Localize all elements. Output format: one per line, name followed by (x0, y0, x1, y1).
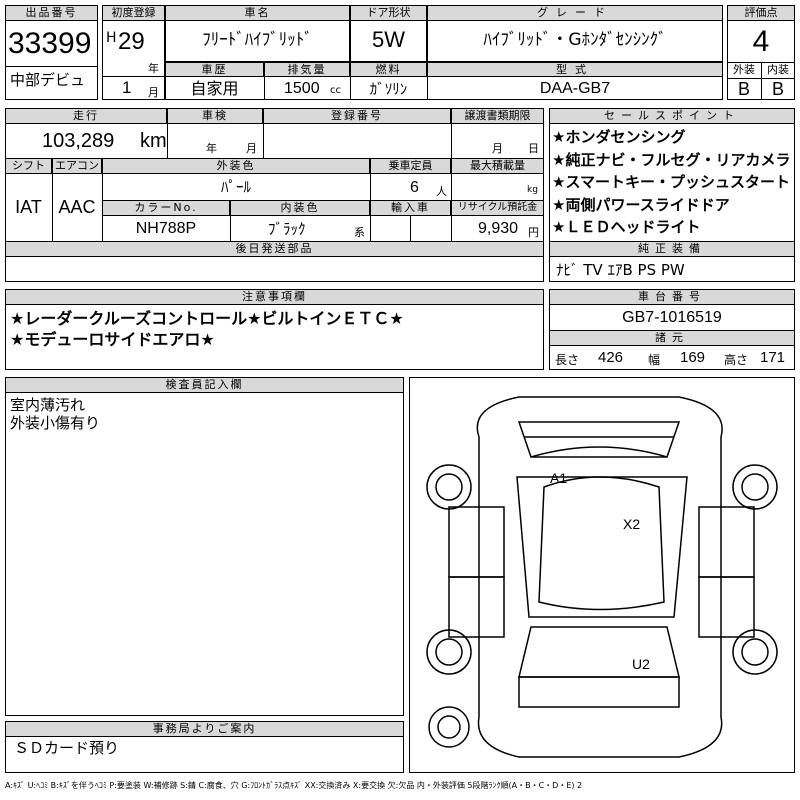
later-parts-label: 後日発送部品 (5, 241, 544, 257)
sales-point-item: ★両側パワースライドドア (552, 195, 730, 214)
registration-month: 1 (122, 78, 132, 97)
recycle-label: リサイクル預託金 (451, 200, 544, 216)
registration-month-unit: 月 (148, 86, 159, 99)
inspector-line-2: 外装小傷有り (10, 414, 101, 432)
car-diagram (426, 396, 778, 758)
door-value: 5W (372, 27, 405, 52)
model-label: 型式 (427, 62, 723, 77)
interior-score-label: 内装 (767, 63, 789, 76)
inspection-label: 車検 (167, 108, 263, 124)
sales-point-item: ★ホンダセンシング (552, 128, 686, 146)
notes-line-1: ★レーダークルーズコントロール★ビルトインＥＴＣ★ (10, 309, 404, 328)
capacity-value: 6 (410, 179, 419, 196)
office-label: 事務局よりご案内 (5, 721, 404, 737)
grade-label: グレード (427, 5, 723, 21)
shift-label: シフト (5, 158, 52, 174)
grade-value: ﾊｲﾌﾞﾘｯﾄﾞ・Gﾎﾝﾀﾞｾﾝｼﾝｸﾞ (483, 30, 667, 50)
interior-color-suffix: 系 (354, 226, 365, 239)
recycle-value: 9,930 (478, 220, 519, 237)
sales-point-item: ★スマートキー・プッシュスタート (552, 173, 790, 191)
model-value: DAA-GB7 (539, 80, 611, 97)
displacement-value: 1500 (284, 80, 320, 97)
width-label: 幅 (648, 353, 661, 367)
color-no-label: カラーNo. (102, 200, 230, 216)
recycle-unit: 円 (528, 226, 539, 239)
chassis-label: 車台番号 (549, 289, 795, 305)
inspection-month-unit: 月 (246, 142, 257, 155)
mileage-value: 103,289 (42, 130, 115, 152)
max-load-label: 最大積載量 (451, 158, 544, 174)
damage-mark-a1: A1 (550, 470, 568, 486)
capacity-label: 乗車定員 (370, 158, 451, 174)
car-name-label: 車名 (165, 5, 350, 21)
aircon-value: AAC (58, 197, 96, 217)
equipment-value: ﾅﾋﾞ TV ｴｱB PS PW (556, 261, 685, 279)
history-value: 自家用 (190, 79, 239, 98)
import-label: 輸入車 (370, 200, 451, 216)
equipment-label: 純正装備 (549, 241, 795, 257)
interior-score: B (771, 79, 784, 99)
damage-mark-u2: U2 (632, 656, 650, 672)
exterior-score: B (737, 79, 750, 99)
score-value: 4 (752, 25, 770, 58)
shift-value: IAT (15, 197, 42, 217)
length-label: 長さ (555, 353, 580, 367)
sales-points-label: セールスポイント (549, 108, 795, 124)
auction-venue: 中部デビュ (10, 71, 86, 89)
sales-point-item: ★ＬＥＤヘッドライト (552, 218, 701, 236)
door-label: ドア形状 (350, 5, 427, 21)
car-name: ﾌﾘｰﾄﾞﾊｲﾌﾞﾘｯﾄﾞ (202, 30, 313, 50)
lot-number: 33399 (8, 27, 92, 60)
interior-color-value: ﾌﾞﾗｯｸ (268, 220, 306, 238)
transfer-label: 譲渡書類期限 (451, 108, 544, 124)
plate-label: 登録番号 (263, 108, 451, 124)
fuel-label: 燃料 (350, 62, 427, 77)
sales-point-item: ★純正ナビ・フルセグ・リアカメラ (552, 150, 791, 169)
mileage-label: 走行 (5, 108, 167, 124)
transfer-day-unit: 日 (528, 142, 539, 155)
registration-label: 初度登録 (102, 5, 165, 21)
length-value: 426 (598, 349, 624, 366)
displacement-unit: cc (330, 85, 341, 96)
aircon-label: エアコン (52, 158, 102, 174)
exterior-color-label: 外装色 (102, 158, 370, 174)
exterior-score-label: 外装 (733, 63, 755, 76)
history-label: 車歴 (165, 62, 264, 77)
dims-label: 諸元 (549, 330, 795, 346)
legend: A:ｷｽﾞ U:ﾍｺﾐ B:ｷｽﾞを伴うﾍｺﾐ P:要塗装 W:補修跡 S:錆 … (5, 781, 583, 790)
inspector-line-1: 室内薄汚れ (10, 396, 86, 414)
lot-label: 出品番号 (5, 5, 98, 21)
interior-color-label: 内装色 (230, 200, 370, 216)
notes-line-2: ★モデューロサイドエアロ★ (10, 330, 215, 349)
exterior-color-value: ﾊﾟｰﾙ (220, 178, 251, 196)
registration-era: H (106, 30, 117, 46)
width-value: 169 (680, 349, 706, 366)
color-no-value: NH788P (135, 220, 197, 237)
inspection-year-unit: 年 (206, 142, 217, 155)
height-value: 171 (760, 349, 786, 366)
registration-year: 29 (118, 28, 145, 55)
mileage-unit: km (140, 130, 167, 152)
height-label: 高さ (724, 353, 749, 367)
fuel-value: ｶﾞｿﾘﾝ (369, 80, 408, 98)
displacement-label: 排気量 (264, 62, 350, 77)
damage-mark-x2: X2 (623, 516, 641, 532)
notes-label: 注意事項欄 (5, 289, 544, 305)
max-load-unit: kg (527, 185, 538, 195)
registration-year-unit: 年 (148, 62, 159, 75)
capacity-unit: 人 (436, 185, 447, 198)
chassis-number: GB7-1016519 (622, 309, 722, 326)
inspector-label: 検査員記入欄 (5, 377, 404, 393)
transfer-month-unit: 月 (492, 142, 503, 155)
score-label: 評価点 (727, 5, 795, 21)
office-value: ＳＤカード預り (14, 739, 120, 757)
